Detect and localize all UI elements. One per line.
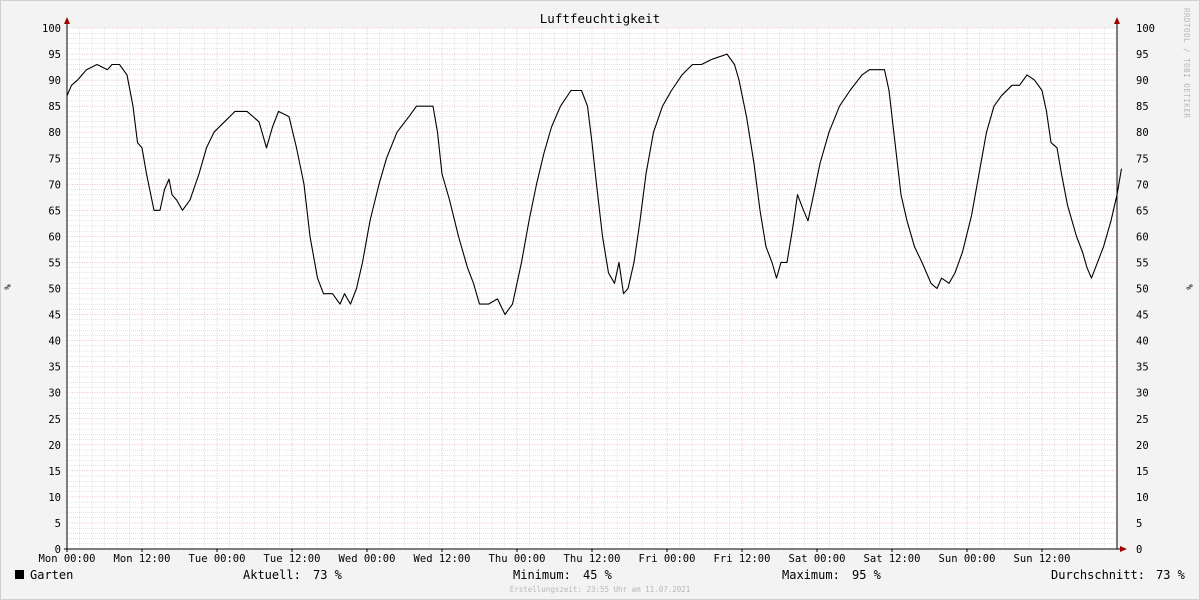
y-tick-label-left: 60 (48, 231, 61, 243)
x-tick-label: Tue 00:00 (189, 553, 246, 565)
y-tick-label-right: 80 (1136, 127, 1149, 139)
y-tick-label-left: 10 (48, 492, 61, 504)
x-tick-label: Tue 12:00 (264, 553, 321, 565)
x-tick-label: Sat 00:00 (789, 553, 846, 565)
y-tick-label-right: 40 (1136, 336, 1149, 348)
y-tick-label-right: 5 (1136, 518, 1142, 530)
y-tick-label-left: 40 (48, 336, 61, 348)
y-tick-label-right: 30 (1136, 388, 1149, 400)
y-tick-label-right: 50 (1136, 284, 1149, 296)
y-tick-label-right: 25 (1136, 414, 1149, 426)
y-tick-label-right: 60 (1136, 231, 1149, 243)
y-tick-label-right: 55 (1136, 257, 1149, 269)
y-tick-label-right: 70 (1136, 179, 1149, 191)
y-tick-label-left: 5 (55, 518, 61, 530)
legend-current-label: Aktuell: (243, 568, 301, 582)
x-ticks: Mon 00:00 Mon 12:00 Tue 00:00 Tue 12:00 Wed … (39, 549, 1071, 565)
footer-timestamp: Erstellungszeit: 23:55 Uhr am 11.07.2021 (509, 585, 691, 594)
legend-min-value: 45 % (583, 568, 612, 582)
y-tick-label-right: 85 (1136, 101, 1149, 113)
y-tick-label-right: 65 (1136, 205, 1149, 217)
y-tick-label-right: 35 (1136, 362, 1149, 374)
y-tick-label-left: 30 (48, 388, 61, 400)
y-tick-label-right: 10 (1136, 492, 1149, 504)
y-tick-label-right: 95 (1136, 49, 1149, 61)
y-tick-label-left: 100 (42, 23, 61, 35)
x-tick-label: Fri 00:00 (639, 553, 696, 565)
x-tick-label: Sat 12:00 (864, 553, 921, 565)
y-tick-label-right: 45 (1136, 310, 1149, 322)
legend-avg-value: 73 % (1156, 568, 1185, 582)
y-ticks-right: 0 5 10 15 20 25 30 35 40 45 50 55 60 65 70 75 80 85 90 95 10… (1136, 23, 1155, 556)
y-tick-label-right: 75 (1136, 153, 1149, 165)
y-tick-label-right: 15 (1136, 466, 1149, 478)
y-tick-label-left: 20 (48, 440, 61, 452)
y-tick-label-left: 90 (48, 75, 61, 87)
legend-min-label: Minimum: (513, 568, 571, 582)
y-ticks-left: 0510152025303540455055606570758085909510… (42, 23, 61, 556)
x-tick-label: Thu 00:00 (489, 553, 546, 565)
legend-avg-label: Durchschnitt: (1051, 568, 1145, 582)
y-tick-label-left: 25 (48, 414, 61, 426)
y-tick-label-left: 75 (48, 153, 61, 165)
y-tick-label-left: 35 (48, 362, 61, 374)
y-tick-label-left: 65 (48, 205, 61, 217)
y-tick-label-left: 95 (48, 49, 61, 61)
legend: Garten Aktuell: 73 % Minimum: 45 % Maxim… (0, 568, 1200, 584)
x-tick-label: Wed 00:00 (339, 553, 396, 565)
grid (67, 27, 1117, 549)
x-tick-label: Sun 00:00 (939, 553, 996, 565)
y-axis-arrow-left (64, 17, 70, 24)
y-tick-label-left: 45 (48, 310, 61, 322)
x-tick-label: Mon 00:00 (39, 553, 96, 565)
x-tick-label: Sun 12:00 (1014, 553, 1071, 565)
chart-plot: 0 5 10 15 20 25 30 35 40 45 50 55 60 65 70 75 80 85 90 95 10… (39, 17, 1155, 565)
legend-max-value: 95 % (852, 568, 881, 582)
legend-current-value: 73 % (313, 568, 342, 582)
y-tick-label-left: 85 (48, 101, 61, 113)
y-tick-label-left: 70 (48, 179, 61, 191)
x-tick-label: Fri 12:00 (714, 553, 771, 565)
y-tick-label-right: 20 (1136, 440, 1149, 452)
legend-series-name: Garten (30, 568, 74, 582)
y-tick-label-left: 55 (48, 257, 61, 269)
x-axis-arrow (1120, 546, 1127, 552)
y-tick-label-left: 15 (48, 466, 61, 478)
x-tick-label: Mon 12:00 (114, 553, 171, 565)
y-tick-label-left: 50 (48, 284, 61, 296)
y-tick-label-right: 90 (1136, 75, 1149, 87)
y-axis-arrow-right (1114, 17, 1120, 24)
x-tick-label: Thu 12:00 (564, 553, 621, 565)
legend-max-label: Maximum: (782, 568, 840, 582)
x-tick-label: Wed 12:00 (414, 553, 471, 565)
y-tick-label-right: 100 (1136, 23, 1155, 35)
y-tick-label-right: 0 (1136, 544, 1142, 556)
y-tick-label-left: 80 (48, 127, 61, 139)
